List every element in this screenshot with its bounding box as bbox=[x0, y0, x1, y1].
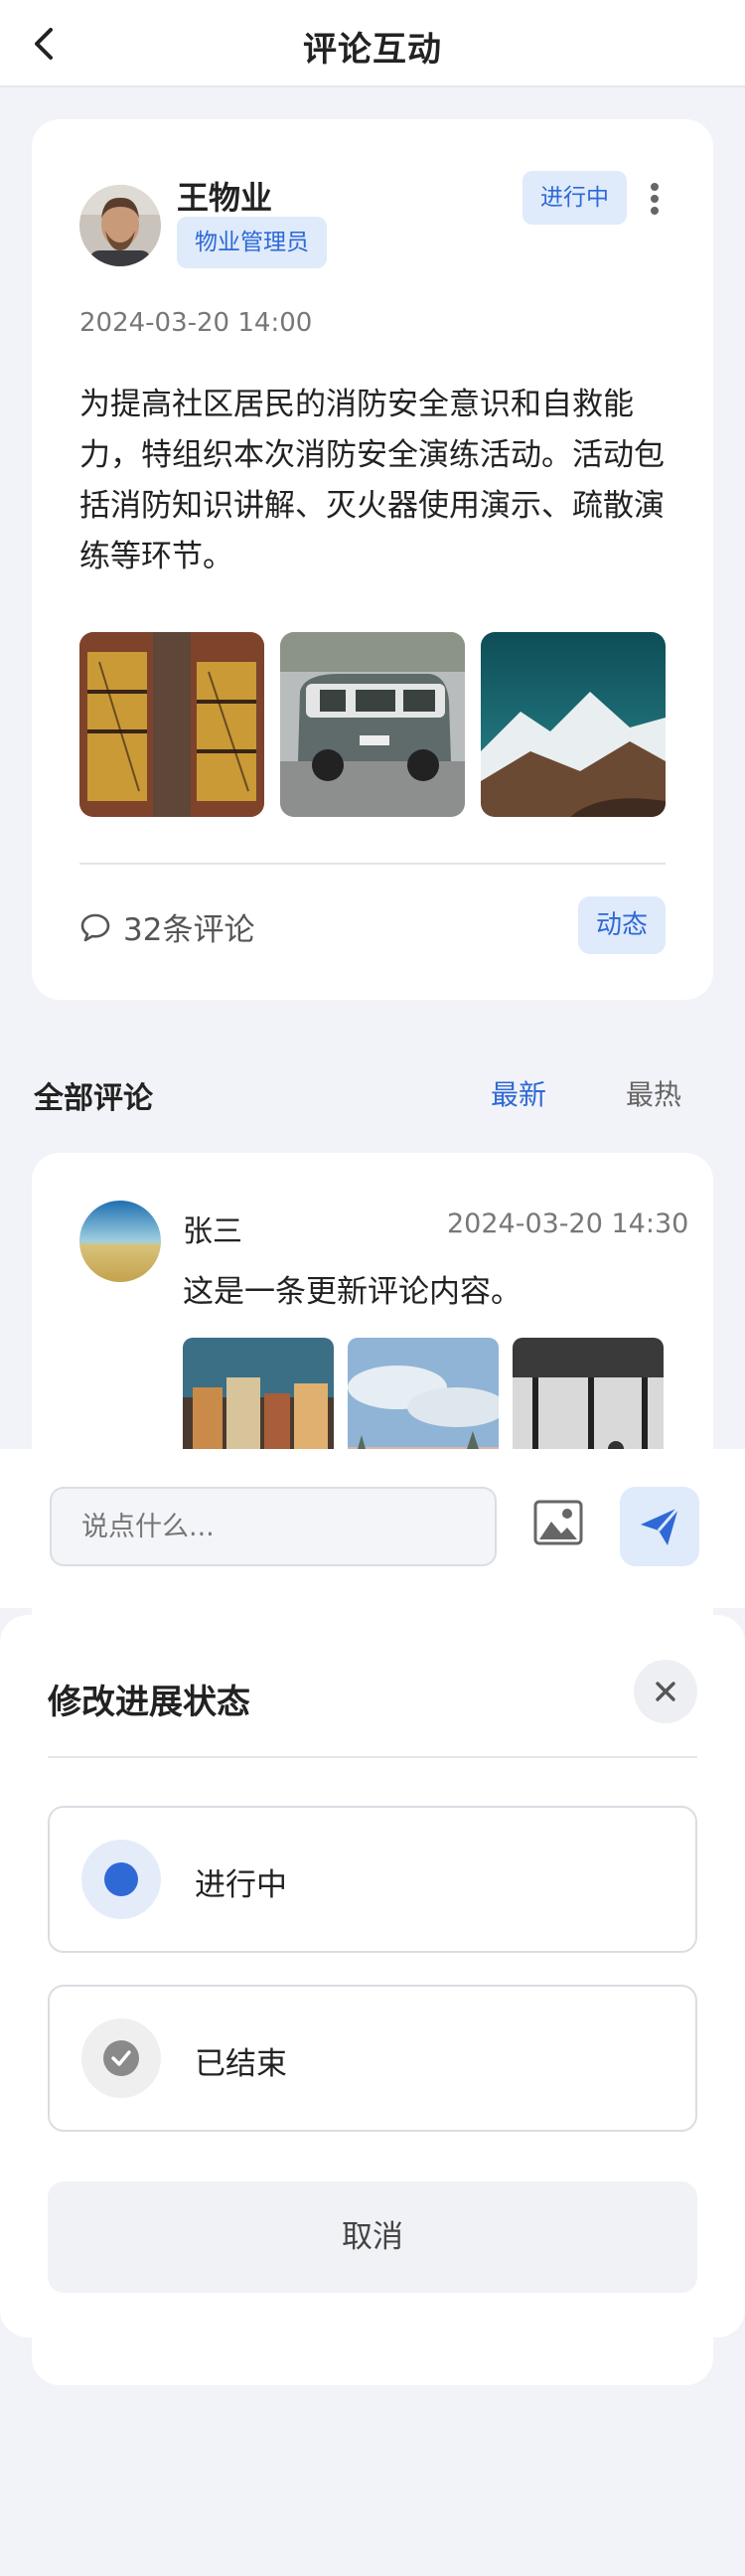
top-nav-bar: 评论互动 bbox=[0, 0, 745, 87]
post-image-2[interactable] bbox=[280, 632, 465, 817]
post-type-tag: 动态 bbox=[578, 896, 666, 954]
image-icon bbox=[533, 1500, 583, 1545]
comment-bubble-icon bbox=[80, 913, 110, 941]
author-avatar[interactable] bbox=[79, 185, 161, 266]
cancel-button[interactable]: 取消 bbox=[48, 2181, 697, 2293]
comments-section-title: 全部评论 bbox=[34, 1081, 153, 1116]
sheet-title: 修改进展状态 bbox=[48, 1683, 250, 1722]
status-badge[interactable]: 进行中 bbox=[522, 171, 627, 225]
comment-text: 这是一条更新评论内容。 bbox=[183, 1274, 522, 1310]
status-option-ended[interactable]: 已结束 bbox=[48, 1985, 697, 2132]
sheet-divider bbox=[48, 1756, 697, 1758]
commenter-name: 张三 bbox=[183, 1214, 242, 1249]
status-option-in-progress[interactable]: 进行中 bbox=[48, 1806, 697, 1953]
insert-image-button[interactable] bbox=[532, 1497, 584, 1548]
comment-time: 2024-03-20 14:30 bbox=[447, 1208, 689, 1239]
page-title: 评论互动 bbox=[303, 30, 442, 70]
post-image-1[interactable] bbox=[79, 632, 264, 817]
status-option-label: 已结束 bbox=[195, 2046, 287, 2082]
send-icon bbox=[641, 1507, 680, 1545]
author-name: 王物业 bbox=[177, 179, 273, 217]
close-button[interactable] bbox=[634, 1660, 697, 1723]
more-options-button[interactable] bbox=[640, 177, 670, 221]
status-option-label: 进行中 bbox=[195, 1867, 287, 1903]
selected-radio-icon bbox=[81, 1840, 161, 1919]
more-vertical-icon bbox=[651, 183, 659, 215]
send-button[interactable] bbox=[620, 1487, 699, 1566]
post-divider bbox=[79, 863, 666, 865]
post-time: 2024-03-20 14:00 bbox=[79, 308, 313, 338]
comment-input-bar bbox=[0, 1449, 745, 1608]
post-content: 为提高社区居民的消防安全意识和自救能力，特组织本次消防安全演练活动。活动包括消防… bbox=[79, 387, 665, 574]
comment-count[interactable]: 32条评论 bbox=[79, 904, 254, 949]
close-icon bbox=[656, 1682, 675, 1701]
sort-hot-tab[interactable]: 最热 bbox=[626, 1073, 681, 1113]
post-card: 王物业 物业管理员 进行中 2024-03-20 14:00 为提高社区居民的消… bbox=[32, 119, 713, 1000]
sort-latest-tab[interactable]: 最新 bbox=[491, 1073, 546, 1113]
comment-input[interactable] bbox=[50, 1487, 497, 1566]
author-role-badge: 物业管理员 bbox=[177, 217, 327, 268]
status-bottom-sheet: 修改进展状态 进行中 已结束 取消 bbox=[0, 1615, 745, 2337]
check-circle-icon bbox=[81, 2018, 161, 2098]
post-image-3[interactable] bbox=[481, 632, 666, 817]
comment-count-label: 32条评论 bbox=[123, 912, 255, 948]
commenter-avatar[interactable] bbox=[79, 1201, 161, 1282]
